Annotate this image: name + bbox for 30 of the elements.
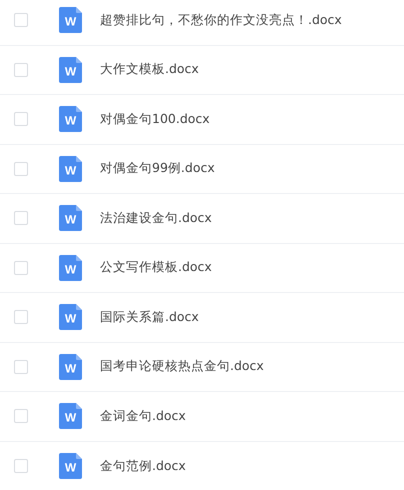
checkbox[interactable] — [14, 13, 28, 28]
checkbox[interactable] — [14, 112, 28, 126]
file-name[interactable]: 国考申论硬核热点金句.docx — [100, 358, 264, 376]
file-name[interactable]: 超赞排比句，不愁你的作文没亮点！.docx — [100, 12, 342, 29]
file-name[interactable]: 法治建设金句.docx — [100, 210, 212, 227]
word-document-icon: W — [59, 7, 82, 34]
file-name[interactable]: 对偶金句100.docx — [100, 110, 210, 128]
checkbox[interactable] — [14, 360, 28, 374]
word-document-icon: W — [59, 106, 82, 132]
word-document-icon: W — [59, 205, 82, 232]
file-name[interactable]: 对偶金句99例.docx — [100, 160, 215, 178]
word-document-icon: W — [59, 156, 82, 182]
word-document-icon: W — [59, 403, 82, 430]
checkbox[interactable] — [14, 162, 28, 176]
checkbox[interactable] — [14, 211, 28, 226]
checkbox[interactable] — [14, 409, 28, 424]
word-document-icon: W — [59, 254, 82, 281]
word-document-icon: W — [59, 354, 82, 380]
file-name[interactable]: 大作文模板.docx — [100, 61, 199, 78]
word-document-icon: W — [59, 453, 82, 480]
word-document-icon: W — [59, 304, 82, 330]
checkbox[interactable] — [14, 260, 28, 275]
file-name[interactable]: 金词金句.docx — [100, 408, 186, 425]
file-name[interactable]: 金句范例.docx — [100, 458, 186, 475]
file-name[interactable]: 国际关系篇.docx — [100, 308, 199, 326]
file-name[interactable]: 公文写作模板.docx — [100, 259, 212, 276]
checkbox[interactable] — [14, 459, 28, 474]
word-document-icon: W — [59, 56, 82, 83]
checkbox[interactable] — [14, 62, 28, 77]
checkbox[interactable] — [14, 310, 28, 324]
